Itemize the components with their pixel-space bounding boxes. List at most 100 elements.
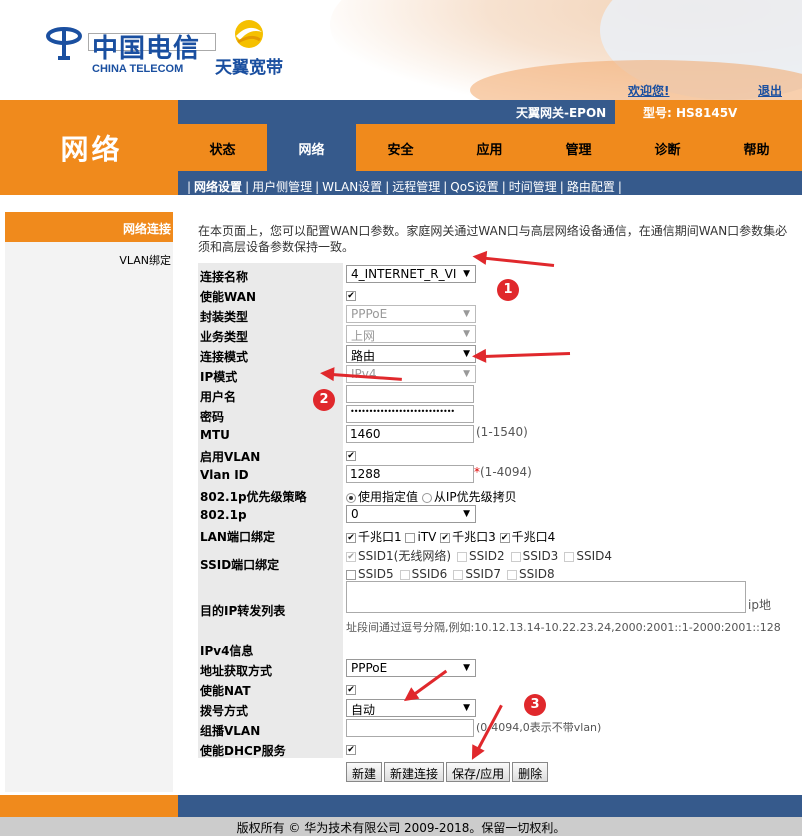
dest-ip-suffix: ip地 bbox=[748, 598, 771, 612]
dest-ip-label: 目的IP转发列表 bbox=[200, 604, 286, 618]
copy-ip-priority-radio[interactable] bbox=[421, 492, 432, 503]
row-dest-ip: 目的IP转发列表 ip地 址段间通过逗号分隔,例如:10.12.13.14-10… bbox=[198, 581, 798, 639]
row-addr-mode: 地址获取方式 PPPoE ▼ bbox=[198, 659, 798, 679]
ssid2-checkbox[interactable] bbox=[457, 551, 468, 562]
enable-vlan-checkbox[interactable]: ✔ bbox=[346, 450, 356, 461]
port-itv-checkbox[interactable] bbox=[405, 532, 416, 543]
row-username: 用户名 bbox=[198, 385, 798, 405]
service-select[interactable]: 上网 ▼ bbox=[346, 325, 476, 343]
new-button[interactable]: 新建 bbox=[346, 762, 383, 782]
header: 中国电信 CHINA TELECOM 天翼宽带 欢迎您! 退出 bbox=[0, 0, 802, 100]
ip-mode-select[interactable]: IPv4 ▼ bbox=[346, 365, 476, 383]
username-label: 用户名 bbox=[200, 390, 237, 404]
tab-security[interactable]: 安全 bbox=[356, 124, 445, 171]
mcast-vlan-hint: (0-4094,0表示不带vlan) bbox=[476, 721, 602, 734]
main-tabs: 状态 网络 安全 应用 管理 诊断 帮助 bbox=[178, 124, 802, 171]
row-enable-nat: 使能NAT ✔ bbox=[198, 679, 798, 699]
row-ssid-bind: SSID端口绑定 ✔ SSID1(无线网络) SSID2 SSID3 SSID4 SSI… bbox=[200, 549, 612, 581]
enable-wan-checkbox[interactable]: ✔ bbox=[346, 290, 356, 301]
ssid4-checkbox[interactable] bbox=[564, 551, 575, 562]
tab-application[interactable]: 应用 bbox=[445, 124, 534, 171]
priority-policy-label: 802.1p优先级策略 bbox=[200, 490, 307, 504]
port-3-checkbox[interactable]: ✔ bbox=[440, 532, 451, 543]
addr-mode-select[interactable]: PPPoE ▼ bbox=[346, 659, 476, 677]
mtu-input[interactable]: 1460 bbox=[346, 425, 474, 443]
save-apply-button[interactable]: 保存/应用 bbox=[446, 762, 511, 782]
password-input[interactable]: •••••••••••••••••••••••••••• bbox=[346, 405, 474, 423]
ssid-bind-label: SSID端口绑定 bbox=[200, 558, 280, 572]
use-specified-radio[interactable] bbox=[346, 492, 356, 503]
chevron-down-icon: ▼ bbox=[463, 329, 470, 339]
conn-name-select[interactable]: 4_INTERNET_R_VI ▼ bbox=[346, 265, 476, 283]
row-encap: 封装类型 PPPoE ▼ bbox=[198, 305, 798, 325]
8021p-label: 802.1p bbox=[200, 508, 247, 522]
subnav-remote[interactable]: 远程管理 bbox=[392, 180, 440, 194]
sub-brand: 天翼宽带 bbox=[215, 58, 283, 78]
section-title: 网络 bbox=[5, 100, 178, 195]
dest-ip-textarea[interactable] bbox=[346, 581, 746, 613]
enable-nat-checkbox[interactable]: ✔ bbox=[346, 684, 356, 695]
row-8021p: 802.1p 0 ▼ bbox=[198, 505, 798, 525]
row-ip-mode: IP模式 IPv4 ▼ bbox=[198, 365, 798, 385]
subnav-time[interactable]: 时间管理 bbox=[509, 180, 557, 194]
ssid6-checkbox[interactable] bbox=[399, 569, 410, 580]
enable-dhcp-checkbox[interactable]: ✔ bbox=[346, 744, 356, 755]
mtu-label: MTU bbox=[200, 428, 230, 442]
username-input[interactable] bbox=[346, 385, 474, 403]
tab-network[interactable]: 网络 bbox=[267, 124, 356, 171]
conn-mode-select[interactable]: 路由 ▼ bbox=[346, 345, 476, 363]
subnav-user-side[interactable]: 用户侧管理 bbox=[252, 180, 312, 194]
tab-status[interactable]: 状态 bbox=[178, 124, 267, 171]
conn-mode-label: 连接模式 bbox=[200, 350, 249, 364]
row-service: 业务类型 上网 ▼ bbox=[198, 325, 798, 345]
ssid5-checkbox[interactable] bbox=[346, 569, 356, 580]
annotation-1: 1 bbox=[497, 279, 519, 301]
ssid7-checkbox[interactable] bbox=[453, 569, 464, 580]
mcast-vlan-input[interactable] bbox=[346, 719, 474, 737]
annotation-3: 3 bbox=[524, 694, 546, 716]
service-label: 业务类型 bbox=[200, 330, 249, 344]
row-conn-name: 连接名称 4_INTERNET_R_VI ▼ bbox=[198, 265, 798, 285]
chevron-down-icon: ▼ bbox=[463, 663, 470, 673]
mcast-vlan-label: 组播VLAN bbox=[200, 724, 261, 738]
ssid1-checkbox[interactable]: ✔ bbox=[346, 551, 356, 562]
encap-select[interactable]: PPPoE ▼ bbox=[346, 305, 476, 323]
sidebar-item-network-connection[interactable]: 网络连接 bbox=[5, 212, 173, 242]
row-vlan-id: Vlan ID 1288 *(1-4094) bbox=[198, 465, 798, 485]
vlan-id-input[interactable]: 1288 bbox=[346, 465, 474, 483]
port-4-checkbox[interactable]: ✔ bbox=[499, 532, 510, 543]
annotation-2: 2 bbox=[313, 389, 335, 411]
tab-diagnose[interactable]: 诊断 bbox=[623, 124, 712, 171]
delete-button[interactable]: 删除 bbox=[512, 762, 549, 782]
encap-label: 封装类型 bbox=[200, 310, 249, 324]
logout-link[interactable]: 退出 bbox=[758, 82, 782, 99]
chevron-down-icon: ▼ bbox=[463, 309, 470, 319]
subnav-qos[interactable]: QoS设置 bbox=[450, 180, 498, 194]
model-label: 型号: HS8145V bbox=[615, 100, 802, 124]
dest-ip-hint: 址段间通过逗号分隔,例如:10.12.13.14-10.22.23.24,200… bbox=[346, 621, 781, 634]
sidebar-item-vlan-binding[interactable]: VLAN绑定 bbox=[5, 242, 173, 268]
row-lan-bind: LAN端口绑定 ✔ 千兆口1 iTV ✔ 千兆口3 ✔ 千兆口4 bbox=[200, 530, 556, 544]
vlan-id-label: Vlan ID bbox=[200, 468, 249, 482]
chevron-down-icon: ▼ bbox=[463, 369, 470, 379]
china-telecom-logo: 中国电信 CHINA TELECOM bbox=[44, 22, 216, 75]
new-connection-button[interactable]: 新建连接 bbox=[384, 762, 445, 782]
title-bar: 天翼网关-EPON 型号: HS8145V bbox=[178, 100, 802, 124]
chevron-down-icon: ▼ bbox=[463, 269, 470, 279]
tab-management[interactable]: 管理 bbox=[534, 124, 623, 171]
main-content: 在本页面上，您可以配置WAN口参数。家庭网关通过WAN口与高层网络设备通信，在通… bbox=[178, 205, 802, 795]
port-1-checkbox[interactable]: ✔ bbox=[346, 532, 356, 543]
8021p-select[interactable]: 0 ▼ bbox=[346, 505, 476, 523]
welcome-link[interactable]: 欢迎您! bbox=[628, 82, 669, 99]
ssid8-checkbox[interactable] bbox=[506, 569, 517, 580]
tab-help[interactable]: 帮助 bbox=[712, 124, 801, 171]
ssid3-checkbox[interactable] bbox=[510, 551, 521, 562]
dial-mode-label: 拨号方式 bbox=[200, 704, 249, 718]
subnav-wlan[interactable]: WLAN设置 bbox=[322, 180, 382, 194]
subnav-network-settings[interactable]: 网络设置 bbox=[194, 180, 242, 194]
ipv4-info-label: IPv4信息 bbox=[200, 644, 254, 658]
lan-bind-label: LAN端口绑定 bbox=[200, 530, 275, 544]
subnav-route[interactable]: 路由配置 bbox=[567, 180, 615, 194]
row-priority-policy: 802.1p优先级策略 使用指定值 从IP优先级拷贝 bbox=[200, 490, 517, 504]
addr-mode-label: 地址获取方式 bbox=[200, 664, 273, 678]
